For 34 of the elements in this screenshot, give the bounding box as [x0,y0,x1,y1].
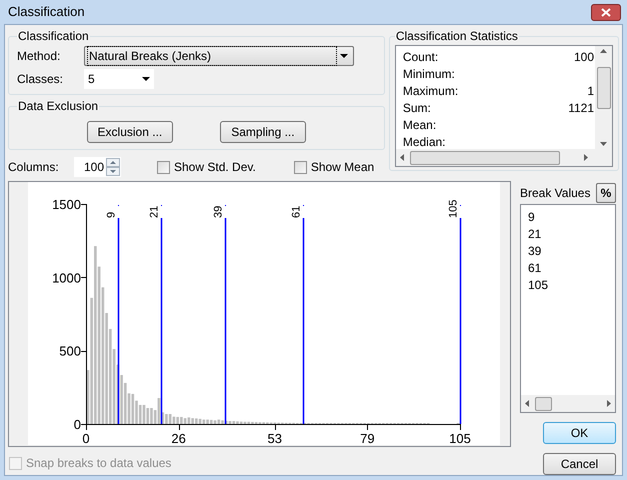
y-tick-label: 1000 [52,270,81,286]
x-tick-label: 79 [360,431,375,446]
checkbox-label: Show Std. Dev. [174,159,256,176]
statistic-label: Minimum: [402,66,455,82]
group-title: Classification Statistics [394,28,519,45]
break-label: 39 [212,206,224,218]
x-tick-label: 105 [449,431,471,446]
break-label: 9 [106,212,118,218]
x-tick-label: 0 [82,431,90,446]
columns-label: Columns: [8,159,60,176]
classes-label: Classes: [17,71,64,88]
window-title: Classification [8,3,85,22]
statistic-label: Count: [402,48,438,66]
statistic-label: Maximum: [402,82,458,100]
group-title: Classification [17,28,90,45]
statistic-value: 1121 [568,100,594,116]
y-tick-label: 1500 [52,197,81,212]
break-values-label: Break Values [520,185,590,202]
statistic-label: Sum: [402,100,431,116]
method-label: Method: [17,48,62,65]
group-title: Data Exclusion [17,98,100,115]
statistic-value: 1 [587,82,594,100]
break-label: 61 [290,206,302,218]
checkbox-label: Snap breaks to data values [26,455,172,472]
break-label: 105 [448,200,460,218]
statistic-value: 100 [574,48,594,66]
x-tick-label: 26 [171,431,186,446]
x-tick-label: 53 [268,431,282,446]
statistic-label: Median: [402,134,446,149]
break-label: 21 [148,206,160,218]
y-tick-label: 0 [74,417,81,432]
checkbox-label: Show Mean [310,159,374,176]
statistic-label: Mean: [402,116,436,134]
y-tick-label: 500 [59,344,81,359]
